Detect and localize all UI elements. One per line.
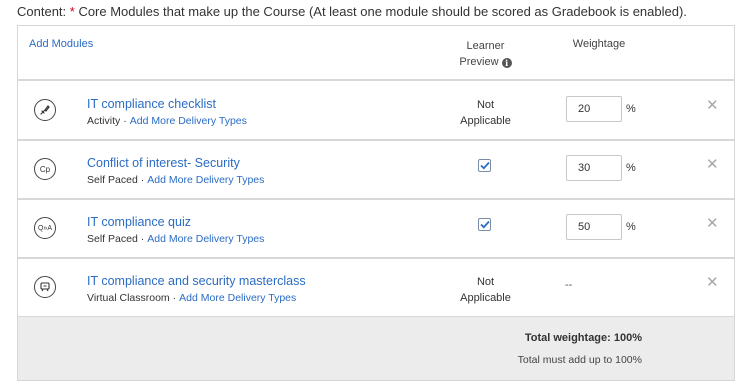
add-delivery-types-link[interactable]: Add More Delivery Types: [147, 233, 264, 245]
learner-preview-line1: Learner: [466, 40, 505, 52]
weightage-header: Weightage: [572, 38, 626, 50]
learner-preview-header: Learner Preview i: [448, 38, 523, 70]
table-header: Add Modules Learner Preview i Weightage: [18, 26, 734, 81]
module-title-link[interactable]: IT compliance and security masterclass: [87, 274, 306, 288]
learner-preview-checkbox[interactable]: [478, 159, 491, 172]
weightage-input[interactable]: [566, 214, 622, 240]
total-footer: Total weightage: 100% Total must add up …: [18, 317, 734, 380]
remove-module-icon[interactable]: ✕: [706, 275, 719, 290]
preview-line1: Not: [476, 276, 495, 288]
module-type: Self Paced: [87, 174, 138, 186]
cp-icon: Cp: [34, 158, 56, 180]
qna-icon: Q»A: [34, 217, 56, 239]
module-subtitle: Virtual Classroom · Add More Delivery Type…: [87, 292, 296, 304]
separator-dot: ·: [172, 292, 177, 304]
module-subtitle: Self Paced · Add More Delivery Types: [87, 233, 264, 245]
checklist-icon: [34, 99, 56, 121]
remove-module-icon[interactable]: ✕: [706, 157, 719, 172]
module-title-link[interactable]: IT compliance checklist: [87, 97, 216, 111]
percent-unit: %: [626, 103, 636, 115]
checkmark-icon: [479, 161, 490, 170]
remove-module-icon[interactable]: ✕: [706, 98, 719, 113]
preview-line1: Not: [476, 99, 495, 111]
module-type: Activity: [87, 115, 121, 127]
modules-table: Add Modules Learner Preview i Weightage …: [17, 25, 735, 381]
add-modules-link[interactable]: Add Modules: [29, 38, 93, 50]
percent-unit: %: [626, 221, 636, 233]
total-weightage: Total weightage: 100%: [524, 332, 642, 344]
module-row: Cp Conflict of interest- Security Self P…: [18, 142, 734, 200]
module-subtitle: Activity · Add More Delivery Types: [87, 115, 247, 127]
separator-dot: ·: [140, 174, 145, 186]
checkmark-icon: [479, 220, 490, 229]
learner-preview-checkbox[interactable]: [478, 218, 491, 231]
learner-preview-line2: Preview: [459, 56, 499, 68]
total-note: Total must add up to 100%: [517, 354, 642, 366]
add-delivery-types-link[interactable]: Add More Delivery Types: [130, 115, 247, 127]
module-row: IT compliance and security masterclass V…: [18, 260, 734, 318]
preview-line2: Applicable: [460, 292, 511, 304]
classroom-icon: [34, 276, 56, 298]
module-row: IT compliance checklist Activity · Add Mor…: [18, 83, 734, 141]
info-icon[interactable]: i: [501, 58, 512, 68]
module-title-link[interactable]: IT compliance quiz: [87, 215, 191, 229]
weightage-input[interactable]: [566, 155, 622, 181]
preview-line2: Applicable: [460, 115, 511, 127]
module-type: Self Paced: [87, 233, 138, 245]
weightage-input[interactable]: [566, 96, 622, 122]
module-type: Virtual Classroom: [87, 292, 170, 304]
caption-text: Core Modules that make up the Course (At…: [74, 4, 687, 19]
caption-prefix: Content:: [17, 4, 70, 19]
preview-not-applicable: Not Applicable: [448, 274, 523, 306]
preview-not-applicable: Not Applicable: [448, 97, 523, 129]
content-caption: Content: * Core Modules that make up the…: [17, 4, 687, 19]
module-row: Q»A IT compliance quiz Self Paced · Add Mo…: [18, 201, 734, 259]
weightage-empty: --: [565, 279, 573, 291]
add-delivery-types-link[interactable]: Add More Delivery Types: [147, 174, 264, 186]
add-delivery-types-link[interactable]: Add More Delivery Types: [179, 292, 296, 304]
remove-module-icon[interactable]: ✕: [706, 216, 719, 231]
module-subtitle: Self Paced · Add More Delivery Types: [87, 174, 264, 186]
separator-dot: ·: [140, 233, 145, 245]
separator-dot: ·: [123, 115, 127, 127]
module-title-link[interactable]: Conflict of interest- Security: [87, 156, 240, 170]
percent-unit: %: [626, 162, 636, 174]
